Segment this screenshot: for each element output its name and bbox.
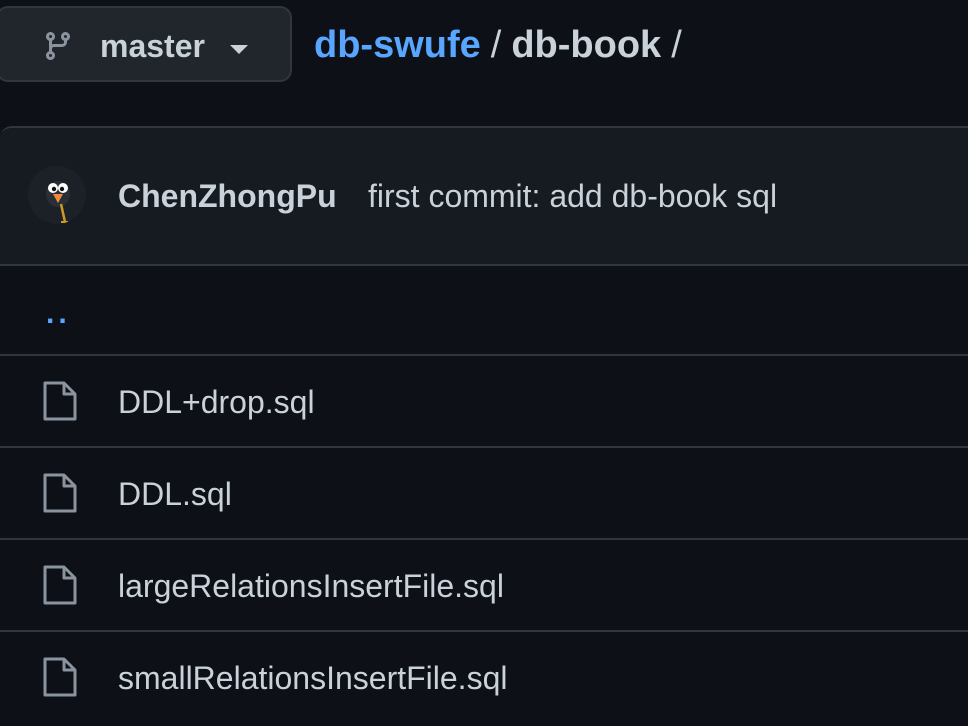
breadcrumb-separator: /	[490, 24, 502, 66]
file-row[interactable]: largeRelationsInsertFile.sql	[0, 540, 968, 632]
branch-name: master	[100, 28, 205, 64]
git-branch-icon	[45, 32, 70, 61]
file-icon	[43, 565, 77, 605]
file-icon	[43, 657, 77, 697]
branch-selector-button[interactable]: master	[0, 6, 292, 82]
parent-directory-row[interactable]: ..	[0, 264, 968, 356]
breadcrumb: db-swufe / db-book /	[314, 22, 682, 68]
breadcrumb-trailing-separator: /	[671, 24, 682, 66]
file-name-link[interactable]: largeRelationsInsertFile.sql	[118, 566, 504, 606]
file-icon	[43, 473, 77, 513]
commit-message-link[interactable]: first commit: add db-book sql	[368, 176, 777, 216]
latest-commit-row: ChenZhongPu first commit: add db-book sq…	[0, 128, 968, 266]
breadcrumb-current-directory: db-book	[511, 24, 662, 66]
avatar[interactable]	[28, 166, 86, 224]
file-row[interactable]: DDL.sql	[0, 448, 968, 540]
file-row[interactable]: smallRelationsInsertFile.sql	[0, 632, 968, 724]
file-list-box: ChenZhongPu first commit: add db-book sq…	[0, 126, 968, 726]
file-icon	[43, 381, 77, 421]
breadcrumb-repo-link[interactable]: db-swufe	[314, 24, 481, 66]
file-name-link[interactable]: DDL+drop.sql	[118, 382, 315, 422]
repo-file-browser: master db-swufe / db-book / ChenZhongPu …	[0, 0, 968, 726]
file-row[interactable]: DDL+drop.sql	[0, 356, 968, 448]
triangle-down-icon	[230, 45, 248, 54]
file-name-link[interactable]: DDL.sql	[118, 474, 232, 514]
parent-directory-link[interactable]: ..	[46, 299, 71, 329]
bird-avatar-icon	[28, 166, 86, 224]
commit-author-link[interactable]: ChenZhongPu	[118, 176, 337, 216]
file-name-link[interactable]: smallRelationsInsertFile.sql	[118, 658, 507, 698]
